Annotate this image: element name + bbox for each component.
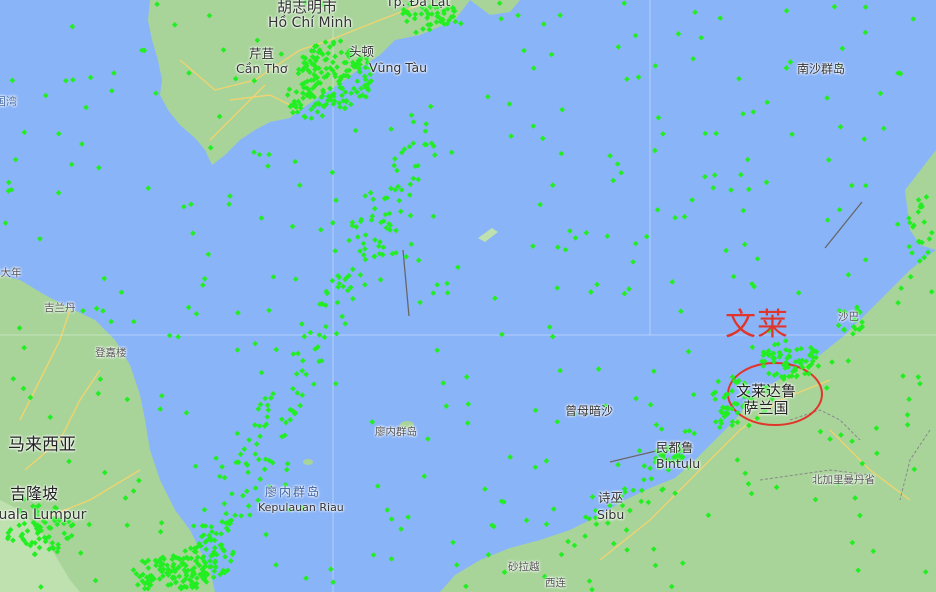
label-kelantan: 吉兰丹: [44, 302, 76, 314]
label-brunei-line2: 萨兰国: [743, 399, 789, 418]
label-vungtau: Vũng Tàu: [369, 60, 428, 75]
label-gulf-fragment: 泰国湾: [0, 95, 17, 108]
label-sibu: Sibu: [597, 507, 625, 522]
label-bintulu-cn: 民都鲁: [656, 440, 694, 455]
label-terengganu: 登嘉楼: [95, 347, 127, 359]
label-hcmc: Hồ Chí Minh: [268, 15, 353, 31]
label-brunei-line1: 文莱达鲁: [736, 382, 797, 400]
label-vungtau-cn: 头顿: [349, 44, 375, 59]
label-sibu-cn: 诗巫: [598, 490, 624, 505]
label-natuna: 廖内群岛: [375, 426, 417, 438]
map-canvas[interactable]: [0, 0, 936, 592]
label-riau-cn: 廖内群岛: [265, 485, 322, 499]
label-dalat: Tp. Đà Lạt: [386, 0, 451, 9]
label-cantho: Cần Thơ: [236, 61, 288, 76]
label-riau: Kepulauan Riau: [258, 501, 344, 514]
label-kl: Kuala Lumpur: [0, 507, 87, 523]
label-brunei: 文莱达鲁 萨兰国: [736, 382, 797, 418]
label-xilian-fragment: 西连: [545, 577, 566, 589]
label-kl-cn: 吉隆坡: [10, 484, 59, 503]
label-sabah-fragment: 沙巴: [838, 311, 859, 323]
island-riau: [303, 459, 313, 465]
label-zengmu: 曾母暗沙: [565, 404, 614, 418]
label-cantho-cn: 芹苴: [249, 46, 275, 61]
label-sarawak-fragment: 砂拉越: [508, 561, 540, 573]
label-malaysia: 马来西亚: [8, 435, 76, 455]
label-bintulu: Bintulu: [656, 456, 701, 471]
label-kalimantan-utara: 北加里曼丹省: [812, 474, 875, 486]
annotation-brunei: 文莱: [725, 307, 789, 343]
label-nansha: 南沙群岛: [797, 62, 846, 76]
label-nanyang-fragment: 北大年: [0, 267, 22, 279]
label-hcmc-cn: 胡志明市: [277, 0, 338, 16]
